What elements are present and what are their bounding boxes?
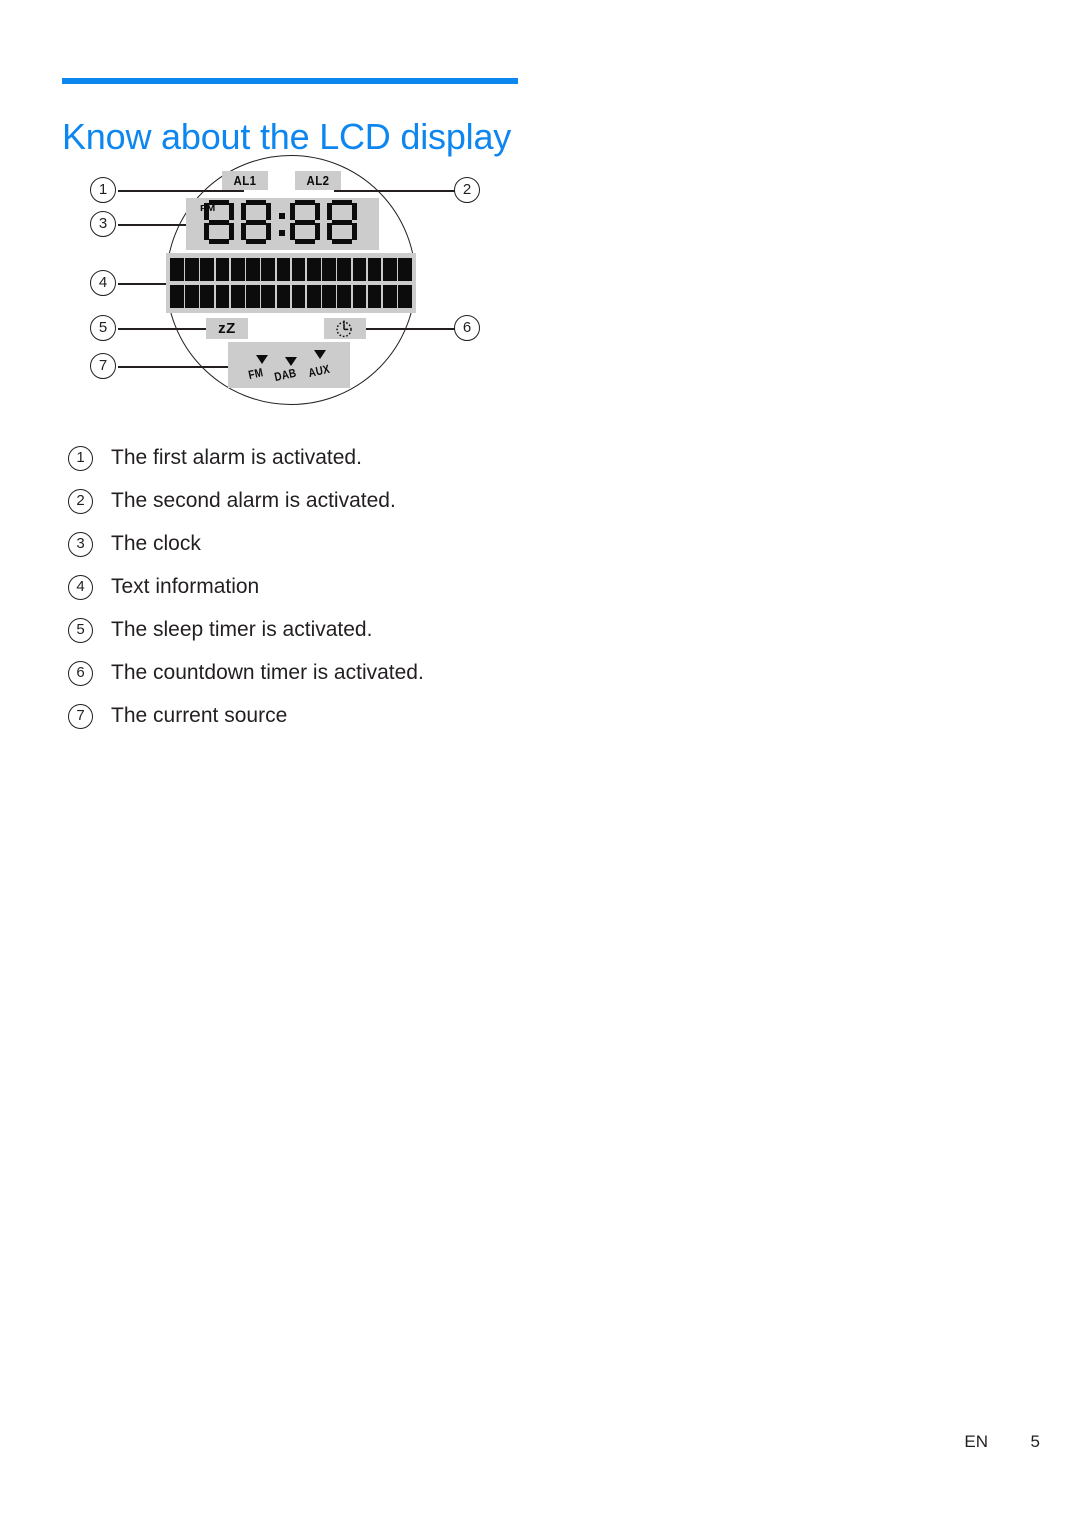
leader-line-1 <box>118 190 244 192</box>
alarm1-indicator: AL1 <box>222 171 268 190</box>
clock-digit-3 <box>290 200 320 244</box>
source-label-aux: AUX <box>307 361 332 380</box>
legend-number: 5 <box>68 618 93 643</box>
legend-item: 5 The sleep timer is activated. <box>68 616 688 659</box>
legend-label: The clock <box>111 532 201 555</box>
legend-number: 4 <box>68 575 93 600</box>
page-footer: EN 5 <box>0 1432 1080 1458</box>
callout-3: 3 <box>90 211 116 237</box>
callout-6: 6 <box>454 315 480 341</box>
callout-5: 5 <box>90 315 116 341</box>
callout-7: 7 <box>90 353 116 379</box>
legend-label: The current source <box>111 704 288 727</box>
sleep-timer-indicator: zZ <box>206 318 248 339</box>
alarm1-label: AL1 <box>233 173 257 188</box>
countdown-timer-indicator <box>324 318 366 339</box>
footer-language: EN <box>964 1432 988 1451</box>
clock-digit-2 <box>241 200 271 244</box>
legend-item: 7 The current source <box>68 702 688 745</box>
leader-line-5 <box>118 328 212 330</box>
callout-2: 2 <box>454 177 480 203</box>
clock-digit-1 <box>204 200 234 244</box>
alarm2-indicator: AL2 <box>295 171 341 190</box>
legend-item: 3 The clock <box>68 530 688 573</box>
title-rule <box>62 78 518 84</box>
legend-number: 3 <box>68 532 93 557</box>
text-information-row <box>170 285 412 308</box>
legend-item: 4 Text information <box>68 573 688 616</box>
callout-4: 4 <box>90 270 116 296</box>
legend-label: The first alarm is activated. <box>111 446 362 469</box>
legend-number: 1 <box>68 446 93 471</box>
source-pointer-icon-dab <box>285 357 297 366</box>
source-indicator-area: FM DAB AUX <box>228 342 350 388</box>
countdown-clock-icon <box>335 320 353 338</box>
legend-item: 1 The first alarm is activated. <box>68 444 688 487</box>
clock-digits <box>204 200 364 248</box>
leader-line-2 <box>334 190 456 192</box>
lcd-display-diagram: 1 2 3 4 5 6 7 AL1 AL2 PM <box>62 150 522 420</box>
clock-colon <box>279 202 286 246</box>
callout-1: 1 <box>90 177 116 203</box>
text-information-row <box>170 258 412 281</box>
text-information-area <box>166 253 416 313</box>
clock-display: PM <box>186 198 379 250</box>
sleep-zz-icon: zZ <box>218 320 236 337</box>
source-pointer-icon-fm <box>256 355 268 364</box>
legend-label: Text information <box>111 575 260 598</box>
source-label-dab: DAB <box>273 365 298 384</box>
clock-digit-4 <box>327 200 357 244</box>
legend-label: The second alarm is activated. <box>111 489 396 512</box>
source-label-fm: FM <box>247 365 265 382</box>
leader-line-6 <box>358 328 456 330</box>
legend-item: 6 The countdown timer is activated. <box>68 659 688 702</box>
legend-number: 2 <box>68 489 93 514</box>
footer-page-number: 5 <box>1030 1432 1040 1451</box>
manual-page: Know about the LCD display 1 2 3 4 5 6 7… <box>0 0 1080 1527</box>
alarm2-label: AL2 <box>306 173 330 188</box>
legend-number: 6 <box>68 661 93 686</box>
legend-number: 7 <box>68 704 93 729</box>
legend-item: 2 The second alarm is activated. <box>68 487 688 530</box>
legend-list: 1 The first alarm is activated. 2 The se… <box>68 444 688 745</box>
legend-label: The sleep timer is activated. <box>111 618 373 641</box>
legend-label: The countdown timer is activated. <box>111 661 424 684</box>
leader-line-7 <box>118 366 244 368</box>
source-pointer-icon-aux <box>314 350 326 359</box>
